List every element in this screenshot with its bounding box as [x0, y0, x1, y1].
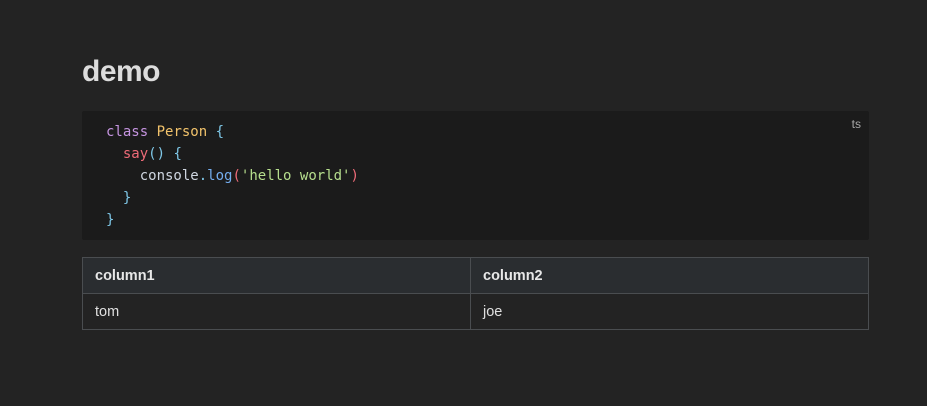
code-token: say	[122, 146, 149, 162]
code-line: }	[106, 187, 359, 209]
table-cell: joe	[470, 293, 869, 330]
code-token: class	[106, 124, 149, 140]
code-line: console.log('hello world')	[106, 165, 359, 187]
code-token: ()	[148, 146, 166, 162]
code-line: say() {	[106, 143, 359, 165]
code-lines: class Person { say() { console.log('hell…	[106, 121, 359, 231]
code-token: }	[122, 190, 132, 206]
code-token: }	[106, 212, 115, 228]
table-row: tom joe	[82, 293, 869, 330]
page-title: demo	[82, 55, 161, 88]
data-table: column1 column2 tom joe	[82, 257, 869, 330]
code-token: Person	[156, 124, 208, 140]
code-line: class Person {	[106, 121, 359, 143]
code-token: console	[139, 168, 199, 184]
code-token: )	[350, 168, 359, 184]
code-token: .	[198, 168, 208, 184]
code-token: (	[232, 168, 241, 184]
table-cell: tom	[82, 293, 471, 330]
code-line: }	[106, 209, 359, 231]
code-token: log	[207, 168, 233, 184]
code-block: ts class Person { say() { console.log('h…	[82, 111, 869, 240]
code-language-label: ts	[851, 117, 861, 131]
table-header-cell: column2	[470, 257, 869, 294]
table-header-cell: column1	[82, 257, 471, 294]
code-token: {	[173, 146, 182, 162]
code-token: 'hello world'	[240, 168, 351, 184]
code-token: {	[215, 124, 225, 140]
table-header-row: column1 column2	[82, 257, 869, 294]
